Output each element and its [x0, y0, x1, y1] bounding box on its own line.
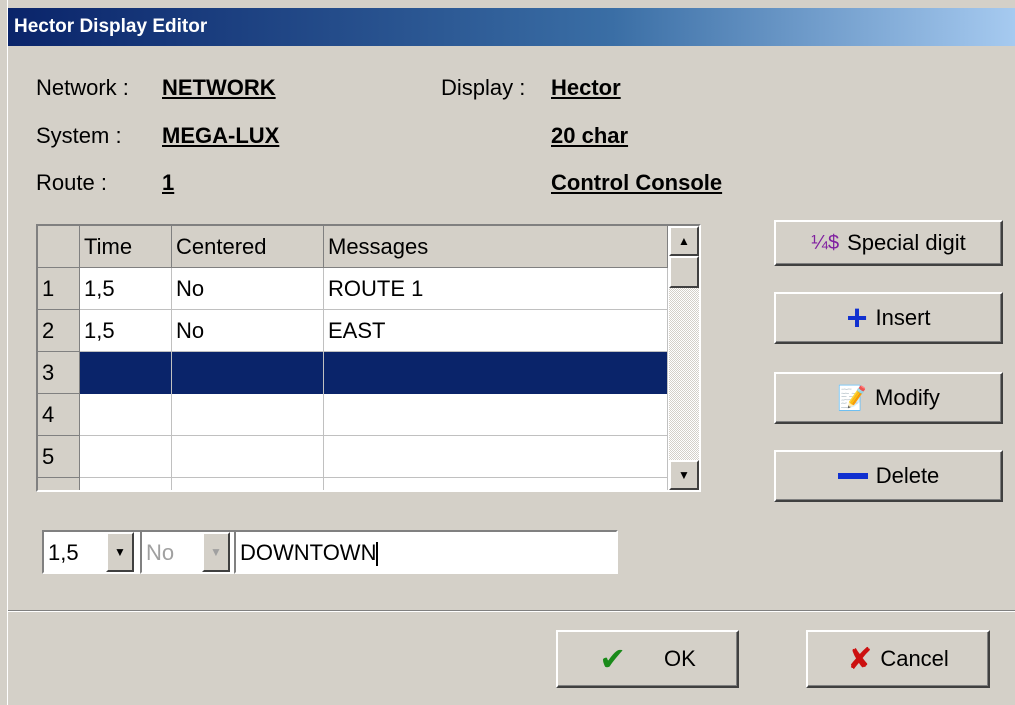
minus-icon [837, 473, 868, 479]
insert-label: Insert [875, 305, 931, 330]
chevron-down-icon: ▼ [114, 545, 126, 559]
network-label: Network : [36, 75, 129, 100]
scroll-thumb[interactable] [669, 256, 699, 288]
message-cell[interactable] [324, 394, 668, 436]
system-value: MEGA-LUX [162, 123, 280, 148]
row-number[interactable]: 2 [38, 310, 80, 352]
row-number[interactable]: 5 [38, 436, 80, 478]
header-messages[interactable]: Messages [324, 226, 668, 268]
time-cell[interactable] [80, 352, 172, 394]
modify-label: Modify [875, 385, 940, 410]
message-cell[interactable] [324, 478, 668, 490]
console-value: Control Console [551, 170, 723, 195]
table-row[interactable]: 1 1,5 No ROUTE 1 [38, 268, 668, 310]
table-row[interactable]: 4 [38, 394, 668, 436]
centered-cell[interactable] [172, 478, 324, 490]
scroll-up-button[interactable]: ▲ [669, 226, 699, 256]
text-cursor [376, 542, 379, 567]
special-digit-button[interactable]: ¼$ Special digit [774, 220, 1003, 266]
message-cell[interactable]: EAST [324, 310, 668, 352]
table-row[interactable]: 5 [38, 436, 668, 478]
time-cell[interactable] [80, 394, 172, 436]
route-value: 1 [162, 170, 175, 195]
message-input-value: DOWNTOWN [240, 540, 377, 565]
char-value: 20 char [551, 123, 629, 148]
ok-label: OK [664, 646, 696, 671]
row-number[interactable]: 4 [38, 394, 80, 436]
row-number[interactable]: 1 [38, 268, 80, 310]
row-number[interactable]: 6 [38, 478, 80, 490]
time-cell[interactable] [80, 436, 172, 478]
centered-cell[interactable]: No [172, 310, 324, 352]
notepad-edit-icon: 📝 [837, 384, 868, 412]
cancel-label: Cancel [880, 646, 949, 671]
centered-dropdown-button: ▼ [202, 532, 230, 572]
time-cell[interactable]: 1,5 [80, 310, 172, 352]
header-time[interactable]: Time [80, 226, 172, 268]
chevron-down-icon: ▼ [210, 545, 222, 559]
centered-cell[interactable] [172, 436, 324, 478]
vertical-scrollbar[interactable]: ▲ ▼ [669, 226, 699, 490]
scroll-down-button[interactable]: ▼ [669, 460, 699, 490]
grid-header-row: Time Centered Messages [38, 226, 668, 268]
messages-grid[interactable]: Time Centered Messages 1 1,5 No ROUTE 1 … [36, 224, 701, 492]
centered-cell[interactable] [172, 352, 324, 394]
network-value: NETWORK [162, 75, 276, 100]
message-cell[interactable] [324, 436, 668, 478]
special-digit-icon: ¼$ [811, 231, 840, 254]
time-cell[interactable]: 1,5 [80, 268, 172, 310]
table-row[interactable]: 6 [38, 478, 668, 490]
table-row[interactable]: 2 1,5 No EAST [38, 310, 668, 352]
special-digit-label: Special digit [847, 230, 966, 255]
time-select-value: 1,5 [48, 540, 79, 565]
message-input[interactable]: DOWNTOWN [234, 530, 618, 574]
table-row-selected[interactable]: 3 [38, 352, 668, 394]
cross-icon: ✘ [847, 642, 873, 676]
message-cell[interactable] [324, 352, 668, 394]
plus-icon: + [846, 297, 868, 338]
route-label: Route : [36, 170, 107, 195]
arrow-up-icon: ▲ [678, 234, 690, 248]
header-centered[interactable]: Centered [172, 226, 324, 268]
arrow-down-icon: ▼ [678, 468, 690, 482]
ok-button[interactable]: ✔ OK [556, 630, 739, 688]
cancel-button[interactable]: ✘ Cancel [806, 630, 990, 688]
title-bar[interactable]: Hector Display Editor [8, 8, 1015, 46]
system-label: System : [36, 123, 122, 148]
window-title: Hector Display Editor [14, 16, 208, 37]
grid-corner [38, 226, 80, 268]
centered-cell[interactable]: No [172, 268, 324, 310]
centered-cell[interactable] [172, 394, 324, 436]
centered-select-value: No [146, 540, 175, 565]
display-label: Display : [441, 75, 526, 100]
message-cell[interactable]: ROUTE 1 [324, 268, 668, 310]
row-number[interactable]: 3 [38, 352, 80, 394]
delete-label: Delete [875, 463, 940, 488]
display-value: Hector [551, 75, 621, 100]
checkmark-icon: ✔ [599, 641, 626, 677]
time-dropdown-button[interactable]: ▼ [106, 532, 134, 572]
insert-button[interactable]: + Insert [774, 292, 1003, 344]
window-frame [0, 0, 8, 705]
delete-button[interactable]: Delete [774, 450, 1003, 502]
time-cell[interactable] [80, 478, 172, 490]
modify-button[interactable]: 📝 Modify [774, 372, 1003, 424]
